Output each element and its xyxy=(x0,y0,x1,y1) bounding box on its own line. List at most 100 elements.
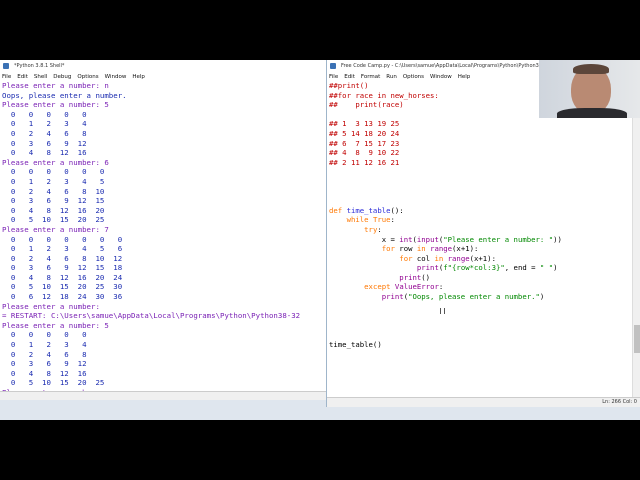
code-token: ##for race in new_horses: xyxy=(329,90,439,100)
shell-menu-window[interactable]: Window xyxy=(105,74,127,80)
code-token: ## print(race) xyxy=(329,100,404,110)
code-line: def time_table(): xyxy=(329,206,637,216)
code-line: print(f"{row*col:3}", end = " ") xyxy=(329,263,637,273)
code-line: ## 2 11 12 16 21 xyxy=(329,158,637,168)
code-token: time_table xyxy=(346,205,391,215)
code-token: for xyxy=(399,253,417,263)
shell-line: 0 3 6 9 12 15 xyxy=(2,196,105,206)
editor-menu-edit[interactable]: Edit xyxy=(344,74,355,80)
code-token: "Oops, please enter a number." xyxy=(408,292,540,302)
shell-line: Please enter a number: xyxy=(2,301,100,311)
code-line: ## 4 8 9 10 22 xyxy=(329,148,637,158)
shell-line: 0 4 8 12 16 xyxy=(2,148,87,158)
presenter-shirt xyxy=(557,108,627,118)
shell-menu-edit[interactable]: Edit xyxy=(17,74,28,80)
video-letterbox-top xyxy=(0,0,640,60)
shell-line: 0 0 0 0 0 xyxy=(2,109,87,119)
code-token: (): xyxy=(390,205,404,215)
code-token: " " xyxy=(539,263,554,273)
code-token: ##print() xyxy=(329,81,369,90)
code-token: : xyxy=(390,215,395,225)
code-token: in xyxy=(434,253,448,263)
editor-menu-file[interactable]: File xyxy=(329,74,338,80)
editor-menu-window[interactable]: Window xyxy=(430,74,452,80)
code-line: ## 6 7 15 17 23 xyxy=(329,139,637,149)
shell-line: 0 1 2 3 4 5 6 xyxy=(2,244,123,254)
editor-menu-format[interactable]: Format xyxy=(361,74,380,80)
editor-scrollbar[interactable] xyxy=(632,81,640,399)
shell-line: 0 2 4 6 8 xyxy=(2,349,87,359)
python-file-icon xyxy=(330,63,336,69)
shell-line: 0 5 10 15 20 25 xyxy=(2,215,105,225)
code-line: print("Oops, please enter a number.") xyxy=(329,292,637,302)
presenter-hair xyxy=(573,64,609,74)
webcam-overlay xyxy=(539,60,640,118)
shell-menu-debug[interactable]: Debug xyxy=(53,74,71,80)
shell-menu-shell[interactable]: Shell xyxy=(34,74,47,80)
shell-line: 0 1 2 3 4 xyxy=(2,119,87,129)
code-line: for row in range(x+1): xyxy=(329,244,637,254)
code-line: ## 1 3 13 19 25 xyxy=(329,119,637,129)
code-token: f"{row*col:3}" xyxy=(443,263,505,273)
code-area[interactable]: ##print() ##for race in new_horses: ## pri… xyxy=(329,81,637,399)
code-token: row xyxy=(399,244,417,254)
editor-statusbar: Ln: 266 Col: 0 xyxy=(327,397,640,407)
python-shell-window[interactable]: *Python 3.8.1 Shell* File Edit Shell Debug O… xyxy=(0,60,327,400)
code-token: "Please enter a number: " xyxy=(443,234,554,244)
editor-menu-options[interactable]: Options xyxy=(403,74,424,80)
code-token: input xyxy=(416,234,439,244)
cursor-position: Ln: 266 Col: 0 xyxy=(602,399,637,405)
code-token: ## 6 7 15 17 23 xyxy=(329,138,400,148)
shell-line: Please enter a number: n xyxy=(2,81,109,90)
code-token: (x+1): xyxy=(452,244,479,254)
shell-line: Please enter a number: 6 xyxy=(2,157,109,167)
code-token: ## 4 8 9 10 22 xyxy=(329,148,400,158)
shell-line: 0 5 10 15 20 25 30 xyxy=(2,282,123,292)
code-token: print xyxy=(381,292,404,302)
shell-menu-help[interactable]: Help xyxy=(132,74,145,80)
shell-titlebar[interactable]: *Python 3.8.1 Shell* xyxy=(0,60,326,72)
code-line: print() xyxy=(329,273,637,283)
shell-menu-file[interactable]: File xyxy=(2,74,11,80)
code-line: for col in range(x+1): xyxy=(329,254,637,264)
shell-line: 0 3 6 9 12 15 18 xyxy=(2,263,123,273)
code-token: ) xyxy=(553,263,558,273)
code-token: while xyxy=(346,215,373,225)
code-token: ## 1 3 13 19 25 xyxy=(329,119,400,129)
shell-line: 0 2 4 6 8 xyxy=(2,128,87,138)
shell-menu-options[interactable]: Options xyxy=(77,74,98,80)
shell-statusbar xyxy=(0,391,326,400)
code-token: for xyxy=(381,244,400,254)
code-token: range xyxy=(447,253,470,263)
code-token: , end = xyxy=(504,263,540,273)
code-token: in xyxy=(416,244,431,254)
code-line: while True: xyxy=(329,215,637,225)
shell-line: 0 2 4 6 8 10 xyxy=(2,186,105,196)
shell-line: 0 3 6 9 12 xyxy=(2,359,87,369)
shell-line: 0 5 10 15 20 25 xyxy=(2,378,105,388)
editor-menu-run[interactable]: Run xyxy=(386,74,397,80)
code-token: int xyxy=(399,234,413,244)
code-token: : xyxy=(438,282,444,292)
code-token: time_table() xyxy=(329,340,382,350)
code-line: time_table() xyxy=(329,340,637,350)
code-token: (x+1): xyxy=(469,253,496,263)
shell-line: 0 4 8 12 16 20 24 xyxy=(2,272,123,282)
code-token: print xyxy=(399,272,422,282)
code-token: True xyxy=(372,215,391,225)
shell-output[interactable]: Please enter a number: n Oops, please ent… xyxy=(2,81,326,400)
editor-menu-help[interactable]: Help xyxy=(458,74,471,80)
scrollbar-thumb[interactable] xyxy=(634,325,640,353)
shell-line: 0 1 2 3 4 5 xyxy=(2,176,105,186)
code-token: ) xyxy=(539,292,545,302)
